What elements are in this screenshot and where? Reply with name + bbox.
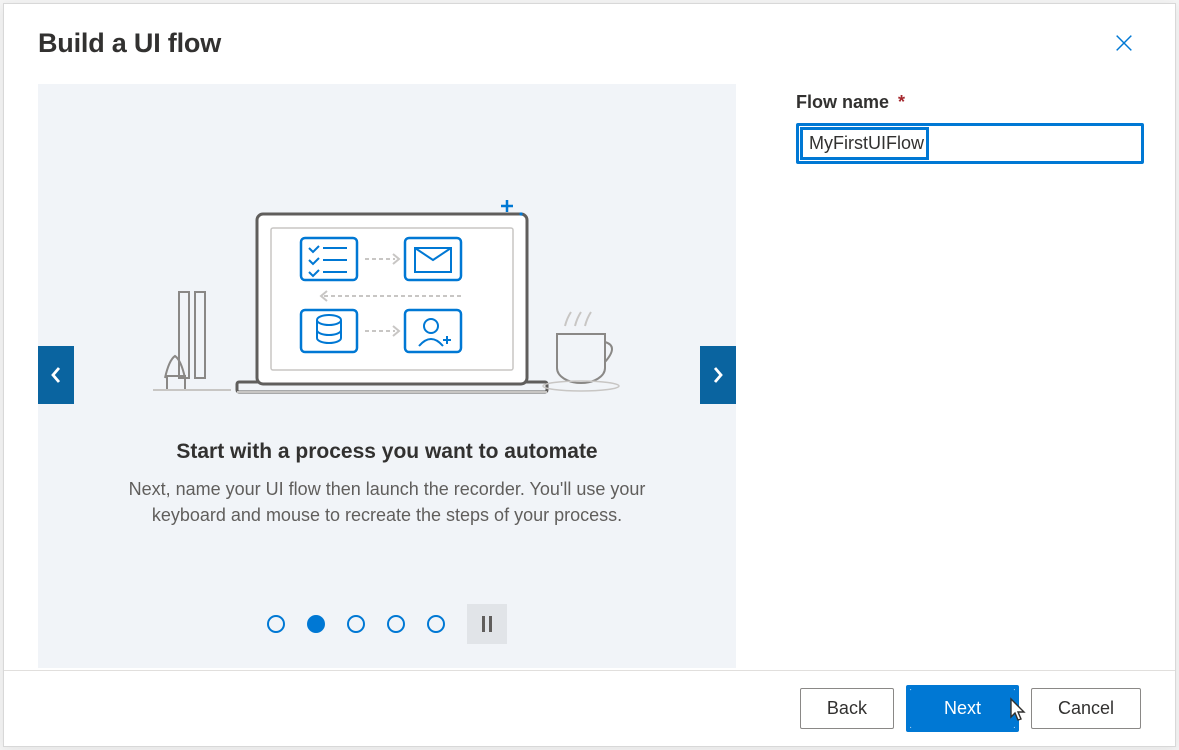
required-indicator: *	[898, 92, 905, 112]
carousel-dot-5[interactable]	[427, 615, 445, 633]
carousel-dot-1[interactable]	[267, 615, 285, 633]
chevron-left-icon	[50, 366, 62, 384]
carousel-slide-title: Start with a process you want to automat…	[176, 440, 597, 464]
carousel-dot-4[interactable]	[387, 615, 405, 633]
dialog-body: Start with a process you want to automat…	[4, 70, 1175, 668]
flow-name-input[interactable]	[799, 126, 1141, 161]
carousel-next-button[interactable]	[700, 346, 736, 404]
close-button[interactable]	[1107, 26, 1141, 60]
flow-name-input-wrapper	[796, 123, 1144, 164]
carousel-illustration	[147, 134, 627, 414]
flow-name-label-text: Flow name	[796, 92, 889, 112]
close-icon	[1113, 32, 1135, 54]
carousel-indicators	[267, 604, 507, 644]
build-ui-flow-dialog: Build a UI flow	[3, 3, 1176, 747]
pause-icon	[482, 616, 485, 632]
dialog-footer: Back Next Cancel	[4, 670, 1175, 746]
pause-icon	[489, 616, 492, 632]
dialog-title: Build a UI flow	[38, 28, 221, 59]
dialog-header: Build a UI flow	[4, 4, 1175, 70]
chevron-right-icon	[712, 366, 724, 384]
carousel-dot-2[interactable]	[307, 615, 325, 633]
carousel-pause-button[interactable]	[467, 604, 507, 644]
flow-name-label: Flow name *	[796, 92, 1144, 113]
carousel-dot-3[interactable]	[347, 615, 365, 633]
cancel-button[interactable]: Cancel	[1031, 688, 1141, 729]
back-button[interactable]: Back	[800, 688, 894, 729]
next-button[interactable]: Next	[910, 689, 1015, 728]
next-button-highlight: Next	[906, 685, 1019, 732]
carousel-panel: Start with a process you want to automat…	[38, 84, 736, 668]
carousel-slide-text: Next, name your UI flow then launch the …	[117, 476, 657, 528]
form-panel: Flow name *	[796, 84, 1144, 668]
carousel-prev-button[interactable]	[38, 346, 74, 404]
